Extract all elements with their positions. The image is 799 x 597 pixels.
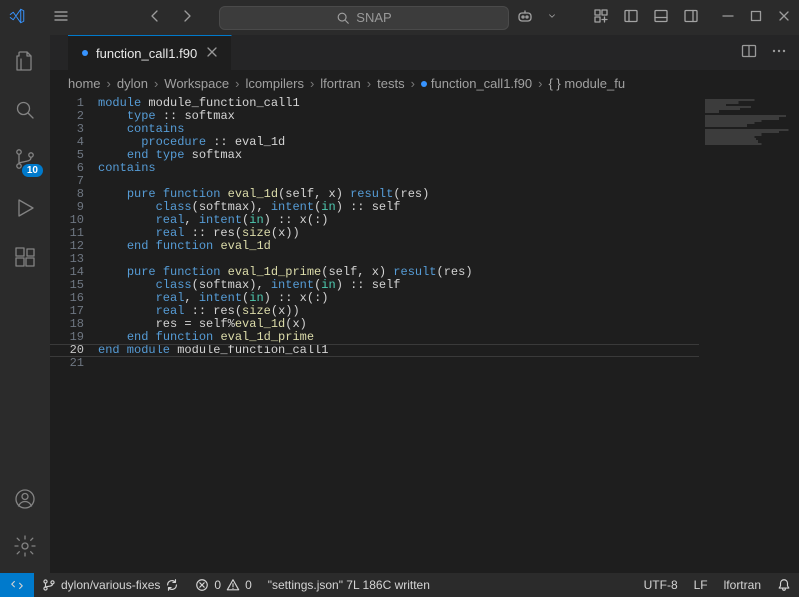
activity-settings[interactable] (13, 534, 37, 561)
code-content[interactable]: module module_function_call1 type :: sof… (98, 95, 699, 573)
window-minimize-icon[interactable] (721, 9, 735, 26)
copilot-icon[interactable] (517, 8, 533, 27)
toggle-panel-icon[interactable] (653, 8, 669, 27)
activity-bar: 10 (0, 35, 50, 573)
warning-icon (226, 578, 240, 592)
nav-forward-icon[interactable] (179, 8, 195, 27)
breadcrumb-item[interactable]: tests (377, 76, 404, 91)
activity-explorer[interactable] (13, 49, 37, 76)
layout-customize-icon[interactable] (593, 8, 609, 27)
file-icon (421, 81, 427, 87)
code-line[interactable]: end module module_function_call1 (98, 344, 699, 357)
window-close-icon[interactable] (777, 9, 791, 26)
split-editor-icon[interactable] (741, 43, 757, 62)
activity-extensions[interactable] (13, 245, 37, 272)
app-menu-icon[interactable] (53, 8, 69, 27)
code-line[interactable]: type :: softmax (98, 110, 699, 123)
activity-source-control[interactable]: 10 (13, 147, 37, 174)
search-placeholder: SNAP (356, 10, 391, 25)
branch-name: dylon/various-fixes (61, 578, 160, 592)
toggle-right-sidebar-icon[interactable] (683, 8, 699, 27)
tab-bar: function_call1.f90 (50, 35, 799, 71)
encoding-item[interactable]: UTF-8 (636, 578, 686, 592)
tab-close-icon[interactable] (205, 45, 219, 62)
chevron-right-icon: › (154, 76, 158, 91)
minimap[interactable] (699, 95, 799, 573)
more-actions-icon[interactable] (771, 43, 787, 62)
code-line[interactable]: end type softmax (98, 149, 699, 162)
breadcrumb-item[interactable]: home (68, 76, 101, 91)
breadcrumb-item[interactable]: lcompilers (245, 76, 304, 91)
activity-search[interactable] (13, 98, 37, 125)
breadcrumb-item[interactable]: dylon (117, 76, 148, 91)
eol-item[interactable]: LF (686, 578, 716, 592)
chevron-right-icon: › (310, 76, 314, 91)
chevron-right-icon: › (235, 76, 239, 91)
breadcrumb-symbol[interactable]: { } module_fu (548, 76, 625, 91)
toggle-sidebar-icon[interactable] (623, 8, 639, 27)
breadcrumb-file[interactable]: function_call1.f90 (421, 76, 532, 91)
chevron-right-icon: › (367, 76, 371, 91)
statusbar: dylon/various-fixes 0 0 "settings.json" … (0, 573, 799, 597)
activity-accounts[interactable] (13, 487, 37, 514)
code-line[interactable] (98, 357, 699, 370)
git-branch-item[interactable]: dylon/various-fixes (34, 573, 187, 597)
error-count: 0 (214, 578, 221, 592)
editor-area: function_call1.f90 home › dylon › Workspace ›… (50, 35, 799, 573)
breadcrumb-item[interactable]: Workspace (164, 76, 229, 91)
vscode-logo-icon (8, 7, 26, 28)
notifications-icon[interactable] (769, 578, 799, 592)
tab-active[interactable]: function_call1.f90 (68, 35, 232, 70)
tab-label: function_call1.f90 (96, 46, 197, 61)
code-line[interactable]: contains (98, 162, 699, 175)
nav-back-icon[interactable] (147, 8, 163, 27)
status-message: "settings.json" 7L 186C written (260, 573, 438, 597)
titlebar: SNAP (0, 0, 799, 35)
activity-run-debug[interactable] (13, 196, 37, 223)
remote-indicator[interactable] (0, 573, 34, 597)
code-line[interactable]: end function eval_1d (98, 240, 699, 253)
search-icon (336, 11, 350, 25)
error-icon (195, 578, 209, 592)
main-area: 10 function_call1.f90 home › dylon › Workspa… (0, 35, 799, 573)
chevron-right-icon: › (107, 76, 111, 91)
line-number-gutter: 123456789101112131415161718192021 (50, 95, 98, 573)
language-mode-item[interactable]: lfortran (716, 578, 769, 592)
chevron-right-icon: › (411, 76, 415, 91)
chevron-right-icon: › (538, 76, 542, 91)
file-icon (82, 50, 88, 56)
breadcrumb-item[interactable]: lfortran (320, 76, 360, 91)
window-maximize-icon[interactable] (749, 9, 763, 26)
chevron-down-icon[interactable] (547, 8, 557, 27)
symbol-brace-icon: { } (548, 76, 564, 91)
command-center-search[interactable]: SNAP (219, 6, 509, 30)
breadcrumbs[interactable]: home › dylon › Workspace › lcompilers › lfortran… (50, 71, 799, 95)
problems-item[interactable]: 0 0 (187, 573, 259, 597)
warning-count: 0 (245, 578, 252, 592)
scm-badge: 10 (22, 164, 43, 177)
sync-icon (165, 578, 179, 592)
editor-body[interactable]: 123456789101112131415161718192021 module… (50, 95, 799, 573)
